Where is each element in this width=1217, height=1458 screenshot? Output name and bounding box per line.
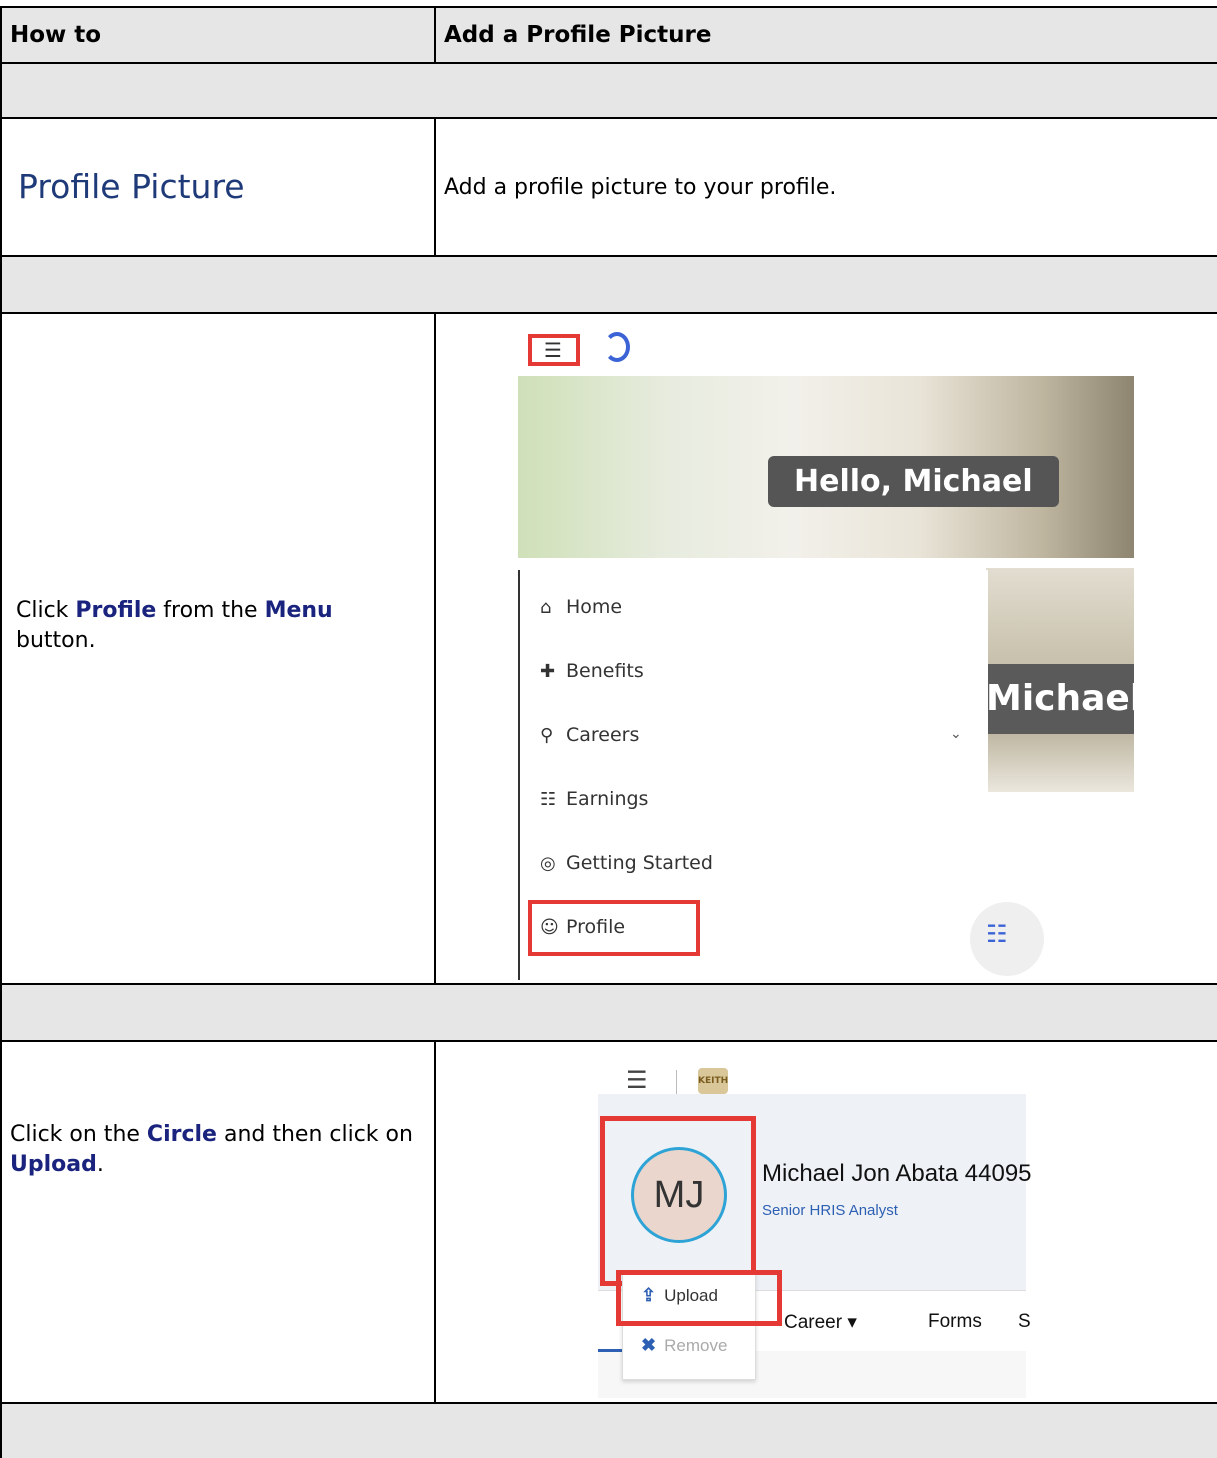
menu-item-earnings[interactable]: ☷ Earnings [540, 784, 648, 814]
profile-callout [528, 900, 700, 956]
header-cell-task: Add a Profile Picture [436, 8, 1217, 62]
hamburger-menu-icon[interactable]: ☰ [544, 338, 562, 362]
header-row: How to Add a Profile Picture [0, 6, 1217, 62]
plus-circle-icon: ✚ [540, 660, 556, 682]
spacer-row [0, 255, 1217, 312]
keyword-menu: Menu [264, 598, 333, 623]
tab-career[interactable]: Career ▾ [784, 1311, 857, 1334]
greeting-banner: Hello, Michael [768, 456, 1059, 507]
tab-forms[interactable]: Forms [928, 1311, 982, 1333]
step-2-instruction-cell: Click on the Circle and then click on Up… [2, 1042, 436, 1402]
company-logo: KEITH [698, 1068, 728, 1094]
career-search-icon: ⚲ [540, 724, 554, 746]
loading-spinner-icon [604, 332, 630, 362]
section-description: Add a profile picture to your profile. [444, 175, 837, 200]
description-cell: Add a profile picture to your profile. [436, 119, 1217, 255]
menu-button-callout: ☰ [528, 334, 580, 366]
remove-menu-item[interactable]: ✖ Remove [641, 1335, 727, 1356]
how-to-document: How to Add a Profile Picture Profile Pic… [0, 0, 1217, 1458]
upload-callout [616, 1270, 782, 1326]
hero-banner: Hello, Michael [518, 376, 1134, 558]
keyword-upload: Upload [10, 1152, 97, 1177]
avatar[interactable]: MJ [631, 1147, 727, 1243]
header-task-title: Add a Profile Picture [444, 22, 712, 48]
greeting-partial: Michael [986, 664, 1142, 734]
menu-item-careers[interactable]: ⚲ Careers [540, 720, 639, 750]
earnings-icon: ☷ [540, 788, 557, 810]
hero-banner-behind: Michael [986, 568, 1142, 792]
spacer-row [0, 1402, 1217, 1458]
keyword-profile: Profile [75, 598, 157, 623]
tab-partial[interactable]: S [1018, 1311, 1031, 1333]
step-2-instruction: Click on the Circle and then click on Up… [10, 1122, 413, 1177]
profile-screenshot: ☰ KEITH Michael Jon Abata 44095 Senior H… [598, 1058, 1032, 1398]
avatar-callout: MJ [600, 1116, 756, 1286]
divider [676, 1070, 677, 1096]
chevron-down-icon[interactable]: ⌄ [950, 726, 962, 742]
step-1-instruction: Click Profile from the Menu button. [16, 598, 333, 653]
earnings-fab[interactable]: ☷ [970, 902, 1044, 976]
home-icon: ⌂ [540, 596, 552, 618]
section-title: Profile Picture [18, 167, 245, 206]
profile-card: Michael Jon Abata 44095 Senior HRIS Anal… [598, 1094, 1032, 1398]
menu-item-home[interactable]: ⌂ Home [540, 592, 622, 622]
keyword-circle: Circle [146, 1122, 217, 1147]
step-1-instruction-cell: Click Profile from the Menu button. [2, 314, 436, 983]
menu-item-getting-started[interactable]: ◎ Getting Started [540, 848, 713, 878]
header-how-to: How to [10, 22, 102, 48]
earnings-icon: ☷ [986, 920, 1008, 948]
compass-icon: ◎ [540, 852, 556, 874]
remove-image-icon: ✖ [641, 1335, 657, 1355]
title-row: Profile Picture Add a profile picture to… [0, 117, 1217, 255]
employee-name: Michael Jon Abata 44095 [762, 1160, 1032, 1187]
spacer-row [0, 62, 1217, 117]
employee-job-title[interactable]: Senior HRIS Analyst [762, 1202, 898, 1219]
header-cell-how-to: How to [2, 8, 436, 62]
title-cell: Profile Picture [2, 119, 436, 255]
hamburger-menu-icon[interactable]: ☰ [626, 1066, 648, 1094]
menu-item-benefits[interactable]: ✚ Benefits [540, 656, 644, 686]
spacer-row [0, 983, 1217, 1040]
menu-screenshot: ☰ Hello, Michael Michael ⌂ Home ✚ Benefi… [518, 330, 1142, 980]
